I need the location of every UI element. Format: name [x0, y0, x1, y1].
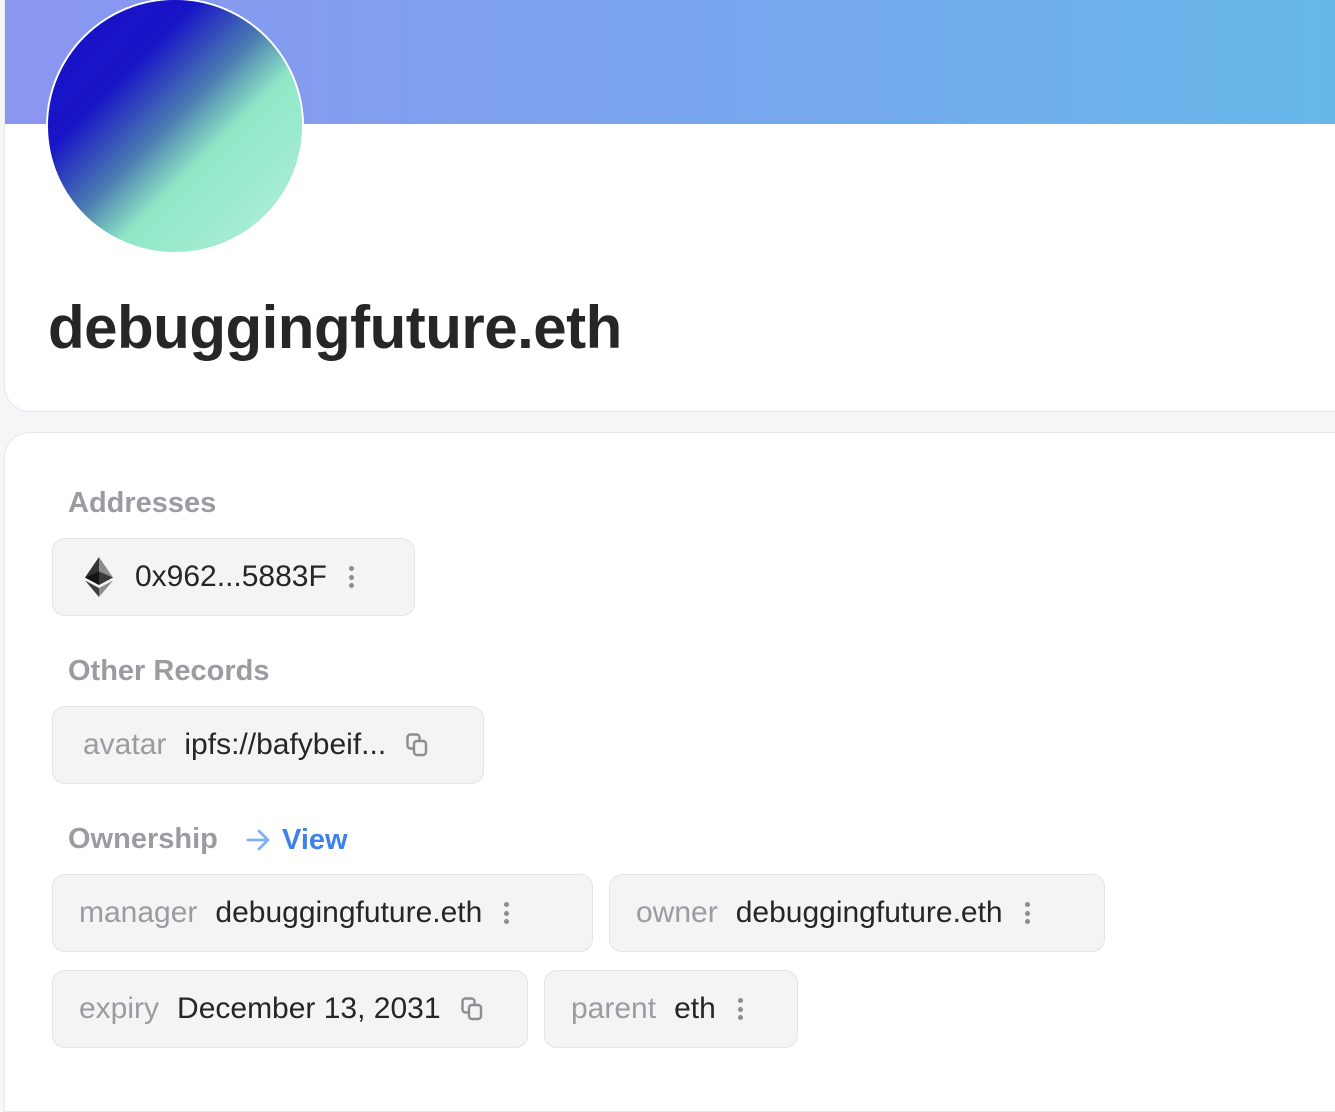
copy-icon[interactable]	[406, 733, 428, 757]
ownership-record-owner[interactable]: owner debuggingfuture.eth	[609, 874, 1105, 952]
address-record-eth[interactable]: 0x962...5883F	[52, 538, 415, 616]
record-key: avatar	[83, 728, 167, 761]
view-link-label: View	[282, 824, 348, 856]
ownership-record-expiry[interactable]: expiry December 13, 2031	[52, 970, 528, 1048]
ownership-heading: Ownership	[68, 823, 218, 855]
arrow-right-icon	[246, 829, 270, 851]
other-records-heading: Other Records	[68, 655, 270, 687]
record-key: expiry	[79, 992, 160, 1025]
ownership-record-manager[interactable]: manager debuggingfuture.eth	[52, 874, 593, 952]
avatar[interactable]	[48, 0, 302, 252]
ownership-view-link[interactable]: View	[246, 820, 348, 860]
record-value: eth	[674, 992, 716, 1025]
kebab-menu-icon[interactable]	[504, 902, 510, 924]
page-title: debuggingfuture.eth	[48, 294, 622, 361]
record-key: manager	[79, 896, 198, 929]
record-key: owner	[636, 896, 718, 929]
copy-icon[interactable]	[460, 997, 483, 1021]
text-record-avatar[interactable]: avatar ipfs://bafybeif...	[52, 706, 484, 784]
kebab-menu-icon[interactable]	[348, 566, 354, 588]
record-value: December 13, 2031	[177, 992, 441, 1025]
addresses-heading: Addresses	[68, 487, 217, 519]
ownership-record-parent[interactable]: parent eth	[544, 970, 798, 1048]
address-value: 0x962...5883F	[135, 560, 327, 593]
record-key: parent	[571, 992, 657, 1025]
kebab-menu-icon[interactable]	[1024, 902, 1030, 924]
record-value: debuggingfuture.eth	[215, 896, 483, 929]
kebab-menu-icon[interactable]	[737, 998, 743, 1020]
ethereum-icon	[85, 557, 113, 597]
record-value: debuggingfuture.eth	[735, 896, 1003, 929]
record-value: ipfs://bafybeif...	[184, 728, 387, 761]
